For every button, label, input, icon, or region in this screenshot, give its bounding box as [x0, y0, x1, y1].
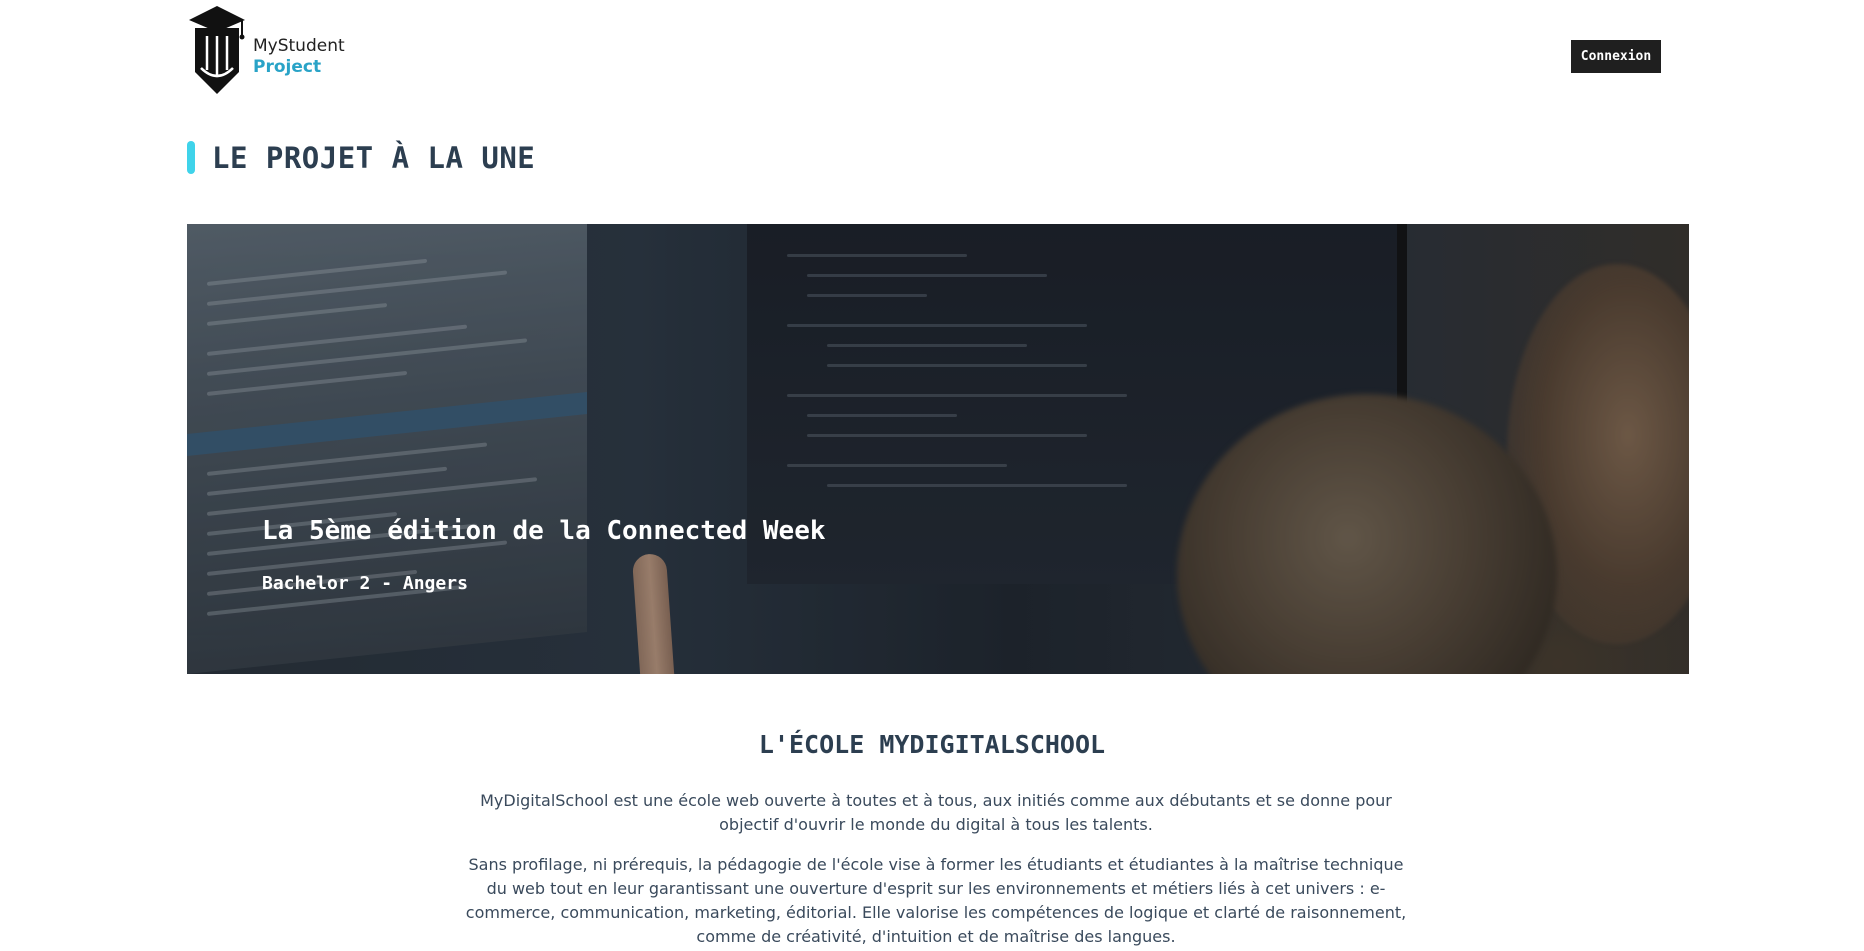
- graduation-pencil-icon: [189, 6, 245, 94]
- logo-text: MyStudent Project: [253, 36, 345, 78]
- logo-line-1: MyStudent: [253, 36, 345, 56]
- featured-section-heading: LE PROJET À LA UNE: [187, 140, 536, 175]
- featured-project-title[interactable]: La 5ème édition de la Connected Week: [262, 516, 826, 546]
- featured-project-card[interactable]: La 5ème édition de la Connected Week Bac…: [187, 224, 1689, 674]
- site-logo[interactable]: MyStudent Project: [187, 6, 345, 98]
- featured-heading-text: LE PROJET À LA UNE: [212, 140, 536, 175]
- heading-accent-bar: [187, 141, 195, 174]
- logo-line-2: Project: [253, 57, 322, 77]
- school-paragraph-1: MyDigitalSchool est une école web ouvert…: [480, 791, 1392, 834]
- school-paragraph-2: Sans profilage, ni prérequis, la pédagog…: [465, 855, 1407, 946]
- login-button[interactable]: Connexion: [1571, 40, 1661, 73]
- featured-project-subtitle: Bachelor 2 - Angers: [262, 573, 468, 594]
- school-section-title: L'ÉCOLE MYDIGITALSCHOOL: [758, 730, 1106, 759]
